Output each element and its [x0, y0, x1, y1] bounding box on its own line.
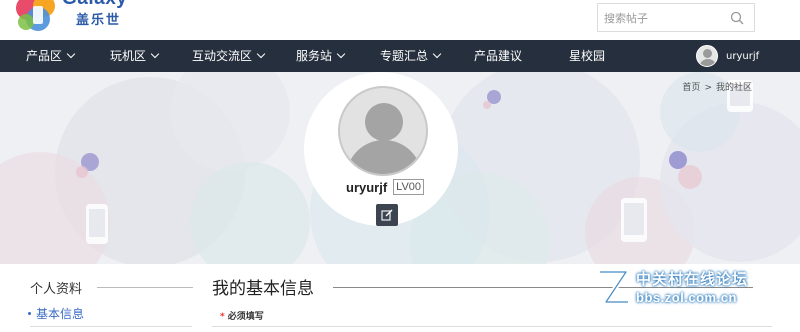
- galaxy-logo[interactable]: Galaxy 盖乐世: [16, 0, 136, 36]
- user-menu[interactable]: uryurjf: [696, 44, 759, 68]
- nav-label: 专题汇总: [380, 49, 429, 63]
- profile-avatar[interactable]: [338, 86, 428, 176]
- nav-label: 产品区: [26, 49, 63, 63]
- galaxy-logo-icon: [16, 0, 55, 31]
- search-icon[interactable]: [730, 11, 744, 25]
- nav-item-service[interactable]: 服务站: [296, 40, 346, 72]
- chevron-down-icon: [150, 49, 160, 59]
- nav-item-topics[interactable]: 专题汇总: [380, 40, 442, 72]
- profile-name-row: uryurjf LV00: [346, 178, 425, 196]
- sidebar-title: 个人资料: [30, 282, 83, 297]
- required-note: * 必须填写: [220, 309, 264, 322]
- nav-label: 产品建议: [474, 49, 523, 63]
- site-header: Galaxy 盖乐世: [0, 0, 800, 40]
- watermark-url: bbs.zol.com.cn: [636, 290, 737, 305]
- nav-label: 互动交流区: [192, 49, 253, 63]
- chevron-down-icon: [256, 49, 266, 59]
- edit-icon: [381, 209, 393, 221]
- breadcrumb: 首页 > 我的社区: [680, 80, 754, 93]
- main-nav: 产品区 玩机区 互动交流区 服务站 专题汇总 产品建议 星校园: [0, 40, 800, 72]
- required-note-text: 必须填写: [227, 312, 264, 322]
- section-title: 我的基本信息: [212, 279, 314, 299]
- edit-profile-button[interactable]: [376, 204, 398, 226]
- search-box: [597, 3, 755, 32]
- required-star: *: [220, 312, 225, 322]
- chevron-down-icon: [336, 49, 346, 59]
- nav-label: 服务站: [296, 49, 333, 63]
- nav-item-interact[interactable]: 互动交流区: [192, 40, 266, 72]
- nav-item-suggestions[interactable]: 产品建议: [474, 40, 522, 72]
- avatar: [696, 45, 718, 67]
- form-divider: [212, 326, 772, 327]
- logo-sub-text: 盖乐世: [76, 13, 122, 28]
- nav-item-play[interactable]: 玩机区: [110, 40, 160, 72]
- nav-item-campus[interactable]: 星校园: [569, 40, 605, 72]
- chevron-down-icon: [66, 49, 76, 59]
- nav-item-products[interactable]: 产品区: [26, 40, 76, 72]
- sidebar-title-divider: [97, 287, 193, 288]
- nav-username: uryurjf: [726, 50, 760, 62]
- sidebar-item-label: 基本信息: [36, 307, 85, 321]
- sidebar-divider: [30, 326, 192, 327]
- nav-label: 玩机区: [110, 49, 147, 63]
- profile-username: uryurjf: [346, 179, 388, 195]
- chevron-down-icon: [432, 49, 442, 59]
- nav-label: 星校园: [569, 49, 606, 63]
- watermark: 中关村在线论坛 bbs.zol.com.cn: [592, 266, 792, 316]
- breadcrumb-home[interactable]: 首页: [682, 83, 700, 93]
- level-badge: LV00: [393, 179, 425, 195]
- bullet-icon: [28, 312, 31, 315]
- breadcrumb-current[interactable]: 我的社区: [716, 83, 752, 93]
- search-input[interactable]: [604, 9, 724, 27]
- zol-logo-icon: [600, 269, 629, 305]
- sidebar-item-basic-info[interactable]: 基本信息: [28, 305, 84, 322]
- breadcrumb-separator: >: [704, 83, 712, 93]
- watermark-title: 中关村在线论坛: [636, 270, 749, 288]
